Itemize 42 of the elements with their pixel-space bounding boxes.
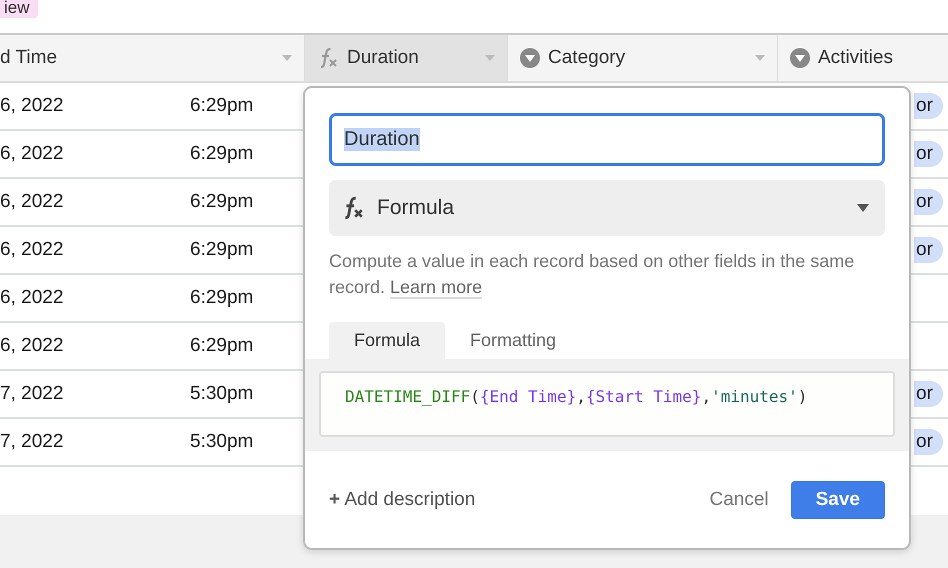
time-cell: 5:30pm: [190, 383, 254, 405]
activity-tag: or: [914, 237, 943, 263]
editor-tab[interactable]: Formula: [329, 322, 446, 359]
caret-icon[interactable]: [755, 55, 765, 61]
date-cell-text: 6, 2022: [0, 239, 64, 261]
learn-more-link[interactable]: Learn more: [390, 277, 482, 299]
formula-editor[interactable]: DATETIME_DIFF({End Time},{Start Time},'minutes'): [319, 371, 895, 437]
caret-icon[interactable]: [282, 55, 292, 61]
date-cell-text: 6, 2022: [0, 191, 64, 213]
date-cell-text: 6, 2022: [0, 335, 64, 357]
activity-tag: or: [914, 141, 943, 167]
save-button[interactable]: Save: [790, 481, 885, 519]
time-cell: 6:29pm: [190, 287, 254, 309]
time-cell: 6:29pm: [190, 239, 254, 261]
caret-icon: [857, 204, 869, 212]
date-cell-text: 6, 2022: [0, 95, 64, 117]
time-cell: 5:30pm: [190, 431, 254, 453]
field-type-dropdown[interactable]: Formula: [329, 180, 885, 236]
time-cell: 6:29pm: [190, 143, 254, 165]
activity-tag: or: [914, 189, 943, 215]
editor-tab[interactable]: Formatting: [445, 322, 582, 359]
column-header[interactable]: Category: [508, 35, 778, 81]
dropdown-icon: [790, 48, 810, 68]
column-header[interactable]: Activities: [778, 35, 948, 81]
cancel-button[interactable]: Cancel: [709, 489, 769, 511]
time-cell: 6:29pm: [190, 191, 254, 213]
date-cell-text: 6, 2022: [0, 287, 64, 309]
date-cell-text: 7, 2022: [0, 383, 64, 405]
time-cell: 6:29pm: [190, 95, 254, 117]
time-cell: 6:29pm: [190, 335, 254, 357]
date-cell-text: 7, 2022: [0, 431, 64, 453]
field-type-description: Compute a value in each record based on other fields in the same record. Learn more: [329, 250, 856, 300]
add-description-button[interactable]: + Add description: [329, 489, 476, 511]
view-badge[interactable]: iew: [0, 0, 38, 18]
dropdown-icon: [520, 48, 540, 68]
activity-tag: or: [914, 93, 943, 119]
column-header[interactable]: Duration: [305, 35, 508, 81]
date-cell-text: 6, 2022: [0, 143, 64, 165]
caret-icon[interactable]: [485, 55, 495, 61]
activity-tag: or: [914, 429, 943, 455]
activity-tag: or: [914, 381, 943, 407]
field-name-input[interactable]: Duration: [329, 113, 885, 166]
